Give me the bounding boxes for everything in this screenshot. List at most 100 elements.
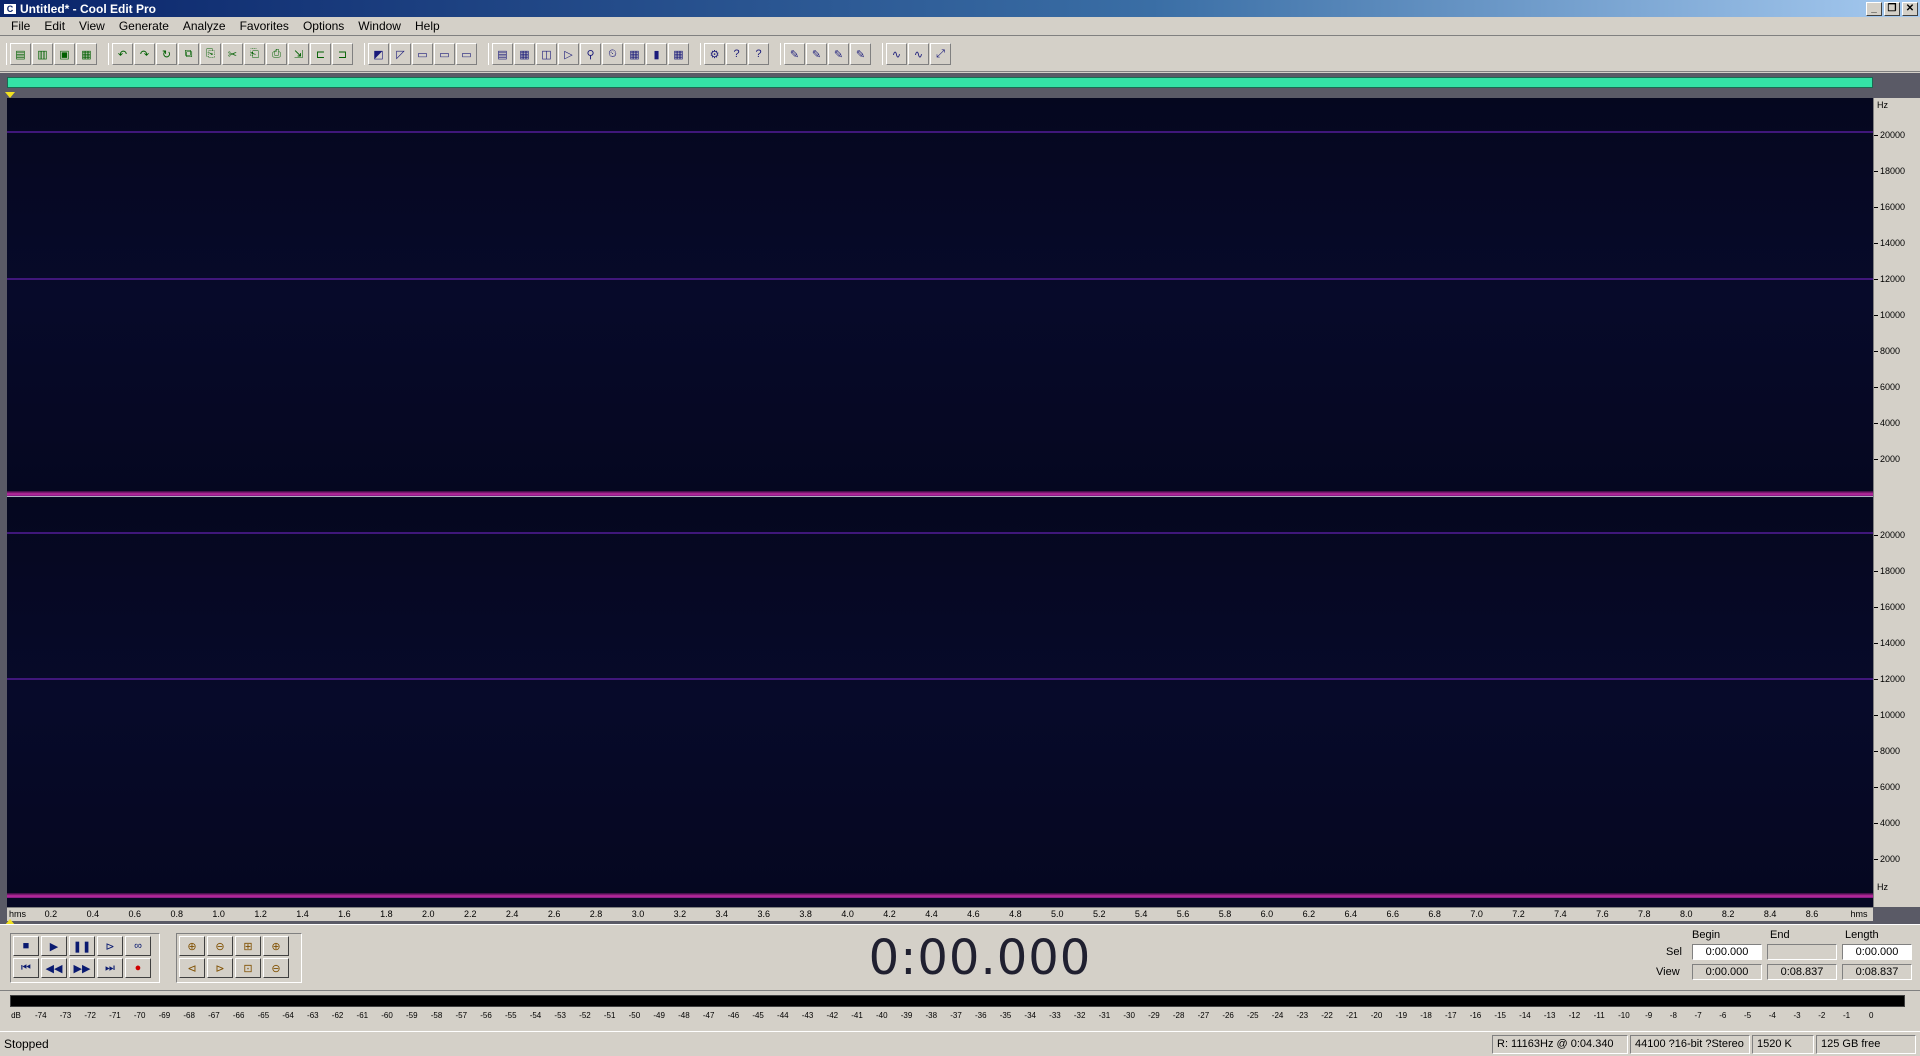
effect-2-icon[interactable]: ✎ — [806, 43, 827, 65]
sel-end-field[interactable] — [1767, 944, 1837, 960]
scrub-icon[interactable]: ⚲ — [580, 43, 601, 65]
time-ruler[interactable]: hms 0.2 0.4 0.6 0.8 1.0 1.2 1.4 1.6 1.8 2.0 2.2 2.4 2… — [7, 907, 1873, 921]
cut-icon[interactable]: ✂ — [222, 43, 243, 65]
zoom-out-button[interactable]: ⊖ — [207, 936, 233, 956]
spectral-display[interactable] — [7, 98, 1873, 907]
menu-analyze[interactable]: Analyze — [176, 19, 233, 33]
select-entire-icon[interactable]: ⊐ — [332, 43, 353, 65]
save-icon[interactable]: ▦ — [76, 43, 97, 65]
paste-icon[interactable]: ⎗ — [244, 43, 265, 65]
effect-3-icon[interactable]: ✎ — [828, 43, 849, 65]
hz-tick — [1874, 535, 1878, 536]
frames-icon[interactable]: ▦ — [624, 43, 645, 65]
mix-paste-icon[interactable]: ⇲ — [288, 43, 309, 65]
analysis-icon[interactable]: ∿ — [886, 43, 907, 65]
overview-range-bar[interactable] — [7, 77, 1873, 88]
rewind-button[interactable]: ◀◀ — [41, 958, 67, 978]
stats-icon[interactable]: ∿ — [908, 43, 929, 65]
paste-new-icon[interactable]: ⎙ — [266, 43, 287, 65]
meter-label: -5 — [1744, 1011, 1752, 1020]
time-tick-label: 7.2 — [1512, 909, 1525, 919]
multitrack-view-icon[interactable]: ▥ — [32, 43, 53, 65]
loop-button[interactable]: ∞ — [125, 936, 151, 956]
app-icon[interactable]: C — [3, 2, 17, 15]
help-icon[interactable]: ? — [748, 43, 769, 65]
time-tick-label: 3.4 — [715, 909, 729, 919]
spectral-view-icon[interactable]: ◩ — [368, 43, 389, 65]
meter-label: -50 — [628, 1011, 641, 1020]
settings-icon[interactable]: ⚙ — [704, 43, 725, 65]
menu-favorites[interactable]: Favorites — [233, 19, 296, 33]
view-begin-field[interactable]: 0:00.000 — [1692, 964, 1762, 980]
play-list-icon[interactable]: ▦ — [514, 43, 535, 65]
play-button[interactable]: ▶ — [41, 936, 67, 956]
close-button[interactable]: ✕ — [1902, 1, 1918, 16]
zoom-full-button[interactable]: ⊞ — [235, 936, 261, 956]
view-end-field[interactable]: 0:08.837 — [1767, 964, 1837, 980]
menu-options[interactable]: Options — [296, 19, 351, 33]
left-channel-icon[interactable]: ▭ — [412, 43, 433, 65]
pause-button[interactable]: ❚❚ — [69, 936, 95, 956]
go-to-end-button[interactable]: ⏭ — [97, 958, 123, 978]
zoom-out-vertical-button[interactable]: ⊖ — [263, 958, 289, 978]
meter-icon[interactable]: ▮ — [646, 43, 667, 65]
hz-unit-label: Hz — [1877, 882, 1888, 892]
cue-list-icon[interactable]: ▤ — [492, 43, 513, 65]
zoom-full-icon[interactable]: ⤢ — [930, 43, 951, 65]
copy-icon[interactable]: ⧉ — [178, 43, 199, 65]
go-to-start-button[interactable]: ⏮ — [13, 958, 39, 978]
effect-4-icon[interactable]: ✎ — [850, 43, 871, 65]
hz-tick — [1874, 643, 1878, 644]
meter-label: -58 — [430, 1011, 443, 1020]
menu-generate[interactable]: Generate — [112, 19, 176, 33]
time-tick-label: 2.4 — [505, 909, 519, 919]
zoom-right-button[interactable]: ⊳ — [207, 958, 233, 978]
hz-label: 2000 — [1880, 854, 1901, 864]
restore-button[interactable]: ❐ — [1884, 1, 1900, 16]
both-channels-icon[interactable]: ▭ — [456, 43, 477, 65]
redo-icon[interactable]: ↷ — [134, 43, 155, 65]
time-tick-label: 7.4 — [1554, 909, 1567, 919]
preroll-icon[interactable]: ▷ — [558, 43, 579, 65]
waveform-icon[interactable]: ◸ — [390, 43, 411, 65]
sel-begin-field[interactable]: 0:00.000 — [1692, 944, 1762, 960]
waveform-view-icon[interactable]: ▤ — [10, 43, 31, 65]
meter-label: -29 — [1148, 1011, 1160, 1020]
zoom-controls: ⊕ ⊖ ⊞ ⊕ ⊲ ⊳ ⊡ ⊖ — [176, 933, 302, 983]
repeat-icon[interactable]: ↻ — [156, 43, 177, 65]
time-format-icon[interactable]: ⏲ — [602, 43, 623, 65]
record-button[interactable]: ● — [125, 958, 151, 978]
minimize-button[interactable]: _ — [1866, 1, 1882, 16]
menu-help[interactable]: Help — [408, 19, 447, 33]
zoom-in-vertical-button[interactable]: ⊕ — [263, 936, 289, 956]
menu-view[interactable]: View — [72, 19, 112, 33]
copy-new-icon[interactable]: ⎘ — [200, 43, 221, 65]
zoom-right-icon: ⊳ — [215, 962, 225, 975]
zoom-left-button[interactable]: ⊲ — [179, 958, 205, 978]
right-channel-icon[interactable]: ▭ — [434, 43, 455, 65]
channel-left[interactable] — [7, 98, 1873, 497]
play-to-end-button[interactable]: ⊳ — [97, 936, 123, 956]
meter-label: -2 — [1818, 1011, 1826, 1020]
view-length-field[interactable]: 0:08.837 — [1842, 964, 1912, 980]
hz-tick — [1874, 315, 1878, 316]
info-icon[interactable]: ◫ — [536, 43, 557, 65]
time-tick-label: 7.6 — [1596, 909, 1609, 919]
open-icon[interactable]: ▣ — [54, 43, 75, 65]
zoom-selection-button[interactable]: ⊡ — [235, 958, 261, 978]
meter-label: -46 — [727, 1011, 740, 1020]
status-bar: Stopped R: 11163Hz @ 0:04.340 44100 ?16-… — [0, 1031, 1920, 1056]
menu-window[interactable]: Window — [351, 19, 408, 33]
grid-icon[interactable]: ▦ — [668, 43, 689, 65]
menu-file[interactable]: File — [4, 19, 37, 33]
trim-icon[interactable]: ⊏ — [310, 43, 331, 65]
sel-length-field[interactable]: 0:00.000 — [1842, 944, 1912, 960]
undo-icon[interactable]: ↶ — [112, 43, 133, 65]
effect-1-icon[interactable]: ✎ — [784, 43, 805, 65]
hint-icon[interactable]: ? — [726, 43, 747, 65]
stop-button[interactable]: ■ — [13, 936, 39, 956]
menu-edit[interactable]: Edit — [37, 19, 72, 33]
zoom-in-button[interactable]: ⊕ — [179, 936, 205, 956]
fast-forward-button[interactable]: ▶▶ — [69, 958, 95, 978]
channel-right[interactable] — [7, 498, 1873, 898]
